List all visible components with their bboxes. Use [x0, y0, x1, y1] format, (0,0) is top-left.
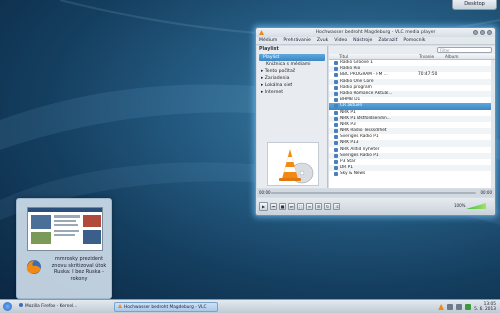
sidebar-item-label: Tento počítač: [264, 69, 296, 74]
stream-icon: [334, 98, 338, 103]
volume-fill: [466, 203, 486, 209]
vlc-tray-icon[interactable]: [438, 304, 445, 310]
playlist-scrollbar[interactable]: [491, 60, 495, 188]
volume-tray-icon[interactable]: [447, 304, 454, 310]
stream-icon: [334, 85, 338, 90]
clock[interactable]: 13:05 5. 6. 2013: [474, 302, 496, 312]
row-title: Sky & News: [340, 171, 366, 177]
stream-icon: [334, 91, 338, 96]
column-title[interactable]: Titul: [329, 54, 409, 59]
application-launcher-icon[interactable]: [3, 302, 12, 311]
stream-icon: [334, 172, 338, 177]
column-duration[interactable]: Trvanie: [409, 54, 435, 59]
menu-bar: Médium Prehrávanie Zvuk Video Nástroje Z…: [256, 37, 495, 45]
sidebar-item-label: Lokálna sieť: [264, 83, 293, 88]
album-art: [267, 142, 319, 186]
network-tray-icon[interactable]: [456, 304, 463, 310]
task-label: Hochwasser bedroht Magdeburg - VLC: [124, 304, 207, 310]
stream-icon: [334, 79, 338, 84]
stream-icon: [334, 160, 338, 164]
menu-help[interactable]: Pomocník: [403, 37, 425, 44]
menu-audio[interactable]: Zvuk: [317, 37, 328, 44]
task-firefox[interactable]: Mozilla Firefox - Kernel...: [16, 302, 110, 312]
sidebar-item-my-computer[interactable]: ▸ Tento počítač: [257, 68, 327, 75]
stream-icon: [334, 141, 338, 146]
vlc-cone-icon: [279, 149, 314, 184]
seek-bar[interactable]: 00:00 00:00: [257, 189, 494, 197]
stream-icon: [334, 153, 338, 158]
sidebar-item-devices[interactable]: ▸ Zariadenia: [257, 75, 327, 82]
system-tray: 13:05 5. 6. 2013: [438, 302, 496, 312]
menu-playback[interactable]: Prehrávanie: [283, 37, 310, 44]
volume-level: 100%: [454, 203, 466, 208]
stream-icon: [334, 61, 338, 65]
playlist-rows: Radio Groove 1 Radio Rio BBC PROGRAM - FM …: [329, 60, 495, 178]
stream-icon: [334, 116, 338, 121]
playback-controls: ▶ ⏮ ■ ⏭ ⛶ ≡ ☰ ↻ ⤨ 100%: [257, 198, 494, 215]
volume-slider[interactable]: 100%: [454, 203, 488, 210]
stream-icon: [334, 129, 338, 134]
playlist-toggle-button[interactable]: ☰: [315, 203, 322, 210]
menu-view[interactable]: Zobraziť: [378, 37, 397, 44]
loop-button[interactable]: ↻: [324, 203, 331, 210]
close-button[interactable]: [487, 30, 492, 35]
shuffle-button[interactable]: ⤨: [333, 203, 340, 210]
seek-track[interactable]: [271, 192, 476, 194]
total-time: 00:00: [480, 190, 492, 195]
minimize-button[interactable]: [473, 30, 478, 35]
play-button[interactable]: ▶: [259, 202, 268, 211]
playlist-sidebar: Playlist Playlist Knižnica s médiami ▸ T…: [257, 46, 328, 188]
elapsed-time: 00:00: [259, 190, 271, 195]
window-title: Hochwasser bedroht Magdeburg - VLC media…: [315, 30, 436, 35]
sidebar-item-internet[interactable]: ▸ Internet: [257, 89, 327, 96]
stream-icon: [334, 110, 338, 115]
vlc-titlebar[interactable]: Hochwasser bedroht Magdeburg - VLC media…: [256, 28, 495, 37]
stream-icon: [334, 166, 338, 171]
stream-icon: [334, 135, 338, 140]
stop-button[interactable]: ■: [279, 203, 286, 210]
menu-video[interactable]: Video: [334, 37, 347, 44]
sidebar-item-local-network[interactable]: ▸ Lokálna sieť: [257, 82, 327, 89]
updates-tray-icon[interactable]: [465, 304, 472, 310]
column-album[interactable]: Album: [435, 54, 458, 59]
firefox-icon: [26, 260, 41, 274]
stream-icon: [334, 122, 338, 127]
stream-icon: [334, 147, 338, 152]
menu-media[interactable]: Médium: [259, 37, 277, 44]
task-label: Mozilla Firefox - Kernel...: [25, 303, 78, 309]
fullscreen-button[interactable]: ⛶: [297, 203, 304, 210]
window-thumbnail: [27, 207, 103, 251]
stream-icon: [334, 73, 338, 78]
menu-tools[interactable]: Nástroje: [353, 37, 372, 44]
stream-icon: [334, 67, 338, 72]
playlist-search-input[interactable]: Filter: [437, 47, 492, 53]
vlc-window: Hochwasser bedroht Magdeburg - VLC media…: [255, 27, 496, 216]
maximize-button[interactable]: [480, 30, 485, 35]
clock-date: 5. 6. 2013: [474, 307, 496, 312]
playlist-panel: Filter Titul Trvanie Album Radio Groove …: [329, 46, 495, 188]
sidebar-item-label: Zariadenia: [264, 76, 290, 81]
extended-settings-button[interactable]: ≡: [306, 203, 313, 210]
next-button[interactable]: ⏭: [288, 203, 295, 210]
vlc-cone-icon: [259, 30, 264, 35]
previous-button[interactable]: ⏮: [270, 203, 277, 210]
vlc-cone-icon: [118, 304, 122, 308]
task-vlc[interactable]: Hochwasser bedroht Magdeburg - VLC: [114, 301, 218, 312]
sidebar-title: Playlist: [259, 47, 279, 52]
desktop-button[interactable]: Desktop: [452, 0, 497, 10]
task-preview-popup[interactable]: mmrosky prezident znovu skritizoval útok…: [16, 198, 112, 299]
sidebar-item-playlist[interactable]: Playlist: [259, 54, 325, 61]
sidebar-item-media-library[interactable]: Knižnica s médiami: [257, 61, 327, 68]
preview-title: mmrosky prezident znovu skritizoval útok…: [51, 256, 107, 282]
firefox-icon: [19, 303, 23, 307]
row-duration: [418, 171, 438, 177]
taskbar: Mozilla Firefox - Kernel... Hochwasser b…: [0, 299, 500, 313]
table-row[interactable]: Sky & News: [329, 171, 495, 177]
sidebar-item-label: Internet: [264, 90, 284, 95]
stream-icon: [334, 104, 338, 109]
